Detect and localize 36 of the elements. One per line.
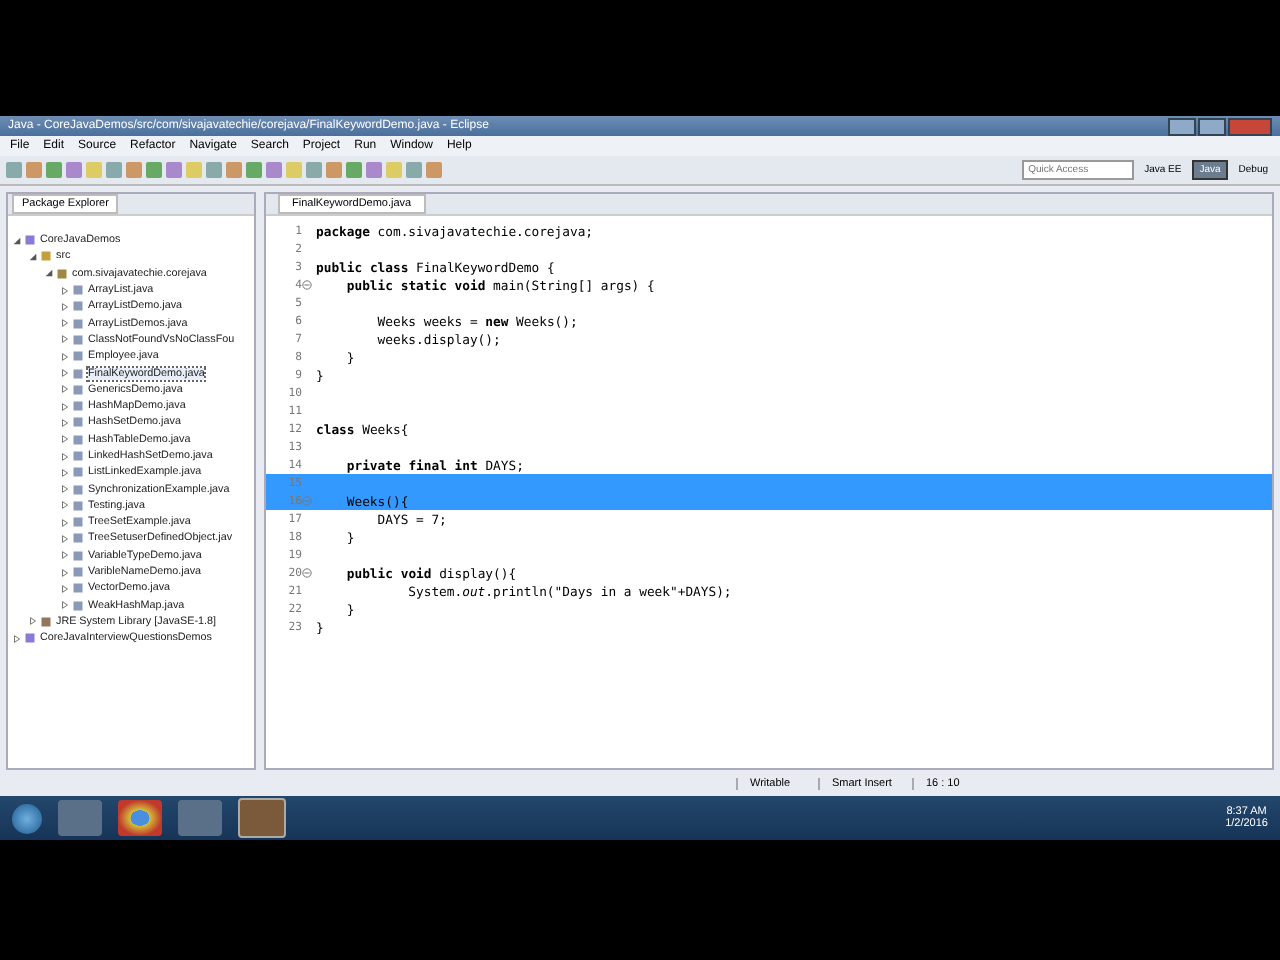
collapsed-arrow-icon[interactable]	[60, 334, 70, 345]
collapsed-arrow-icon[interactable]	[60, 583, 70, 594]
expanded-arrow-icon[interactable]	[12, 235, 22, 246]
package-icon	[56, 267, 68, 280]
collapsed-arrow-icon[interactable]	[60, 451, 70, 461]
collapsed-arrow-icon[interactable]	[60, 401, 70, 412]
collapsed-arrow-icon[interactable]	[60, 384, 70, 395]
collapsed-arrow-icon[interactable]	[60, 567, 70, 578]
collapsed-arrow-icon[interactable]	[60, 285, 70, 296]
project-icon	[24, 632, 36, 645]
project-icon	[24, 234, 36, 247]
maximize-button[interactable]	[1198, 117, 1226, 135]
collapsed-arrow-icon[interactable]	[60, 434, 70, 445]
collapsed-arrow-icon[interactable]	[60, 301, 70, 312]
browser-icon[interactable]	[118, 800, 162, 836]
collapsed-arrow-icon[interactable]	[60, 550, 70, 561]
close-button[interactable]	[1228, 117, 1272, 135]
collapsed-arrow-icon[interactable]	[60, 484, 70, 495]
collapsed-arrow-icon[interactable]	[60, 500, 70, 511]
fold-icon[interactable]	[302, 568, 312, 578]
collapsed-arrow-icon[interactable]	[60, 467, 70, 478]
collapsed-arrow-icon[interactable]	[60, 417, 70, 428]
library-icon	[40, 615, 52, 628]
minimize-button[interactable]	[1168, 117, 1196, 135]
start-button[interactable]	[12, 803, 42, 833]
expanded-arrow-icon[interactable]	[44, 268, 54, 279]
collapsed-arrow-icon[interactable]	[60, 368, 70, 379]
collapsed-arrow-icon[interactable]	[28, 616, 38, 627]
collapsed-arrow-icon[interactable]	[60, 533, 70, 544]
fold-icon[interactable]	[302, 280, 312, 290]
collapsed-arrow-icon[interactable]	[60, 517, 70, 528]
collapsed-arrow-icon[interactable]	[60, 318, 70, 329]
expanded-arrow-icon[interactable]	[28, 251, 38, 262]
collapsed-arrow-icon[interactable]	[60, 351, 70, 362]
collapsed-arrow-icon[interactable]	[60, 600, 70, 611]
collapsed-arrow-icon[interactable]	[12, 633, 22, 644]
